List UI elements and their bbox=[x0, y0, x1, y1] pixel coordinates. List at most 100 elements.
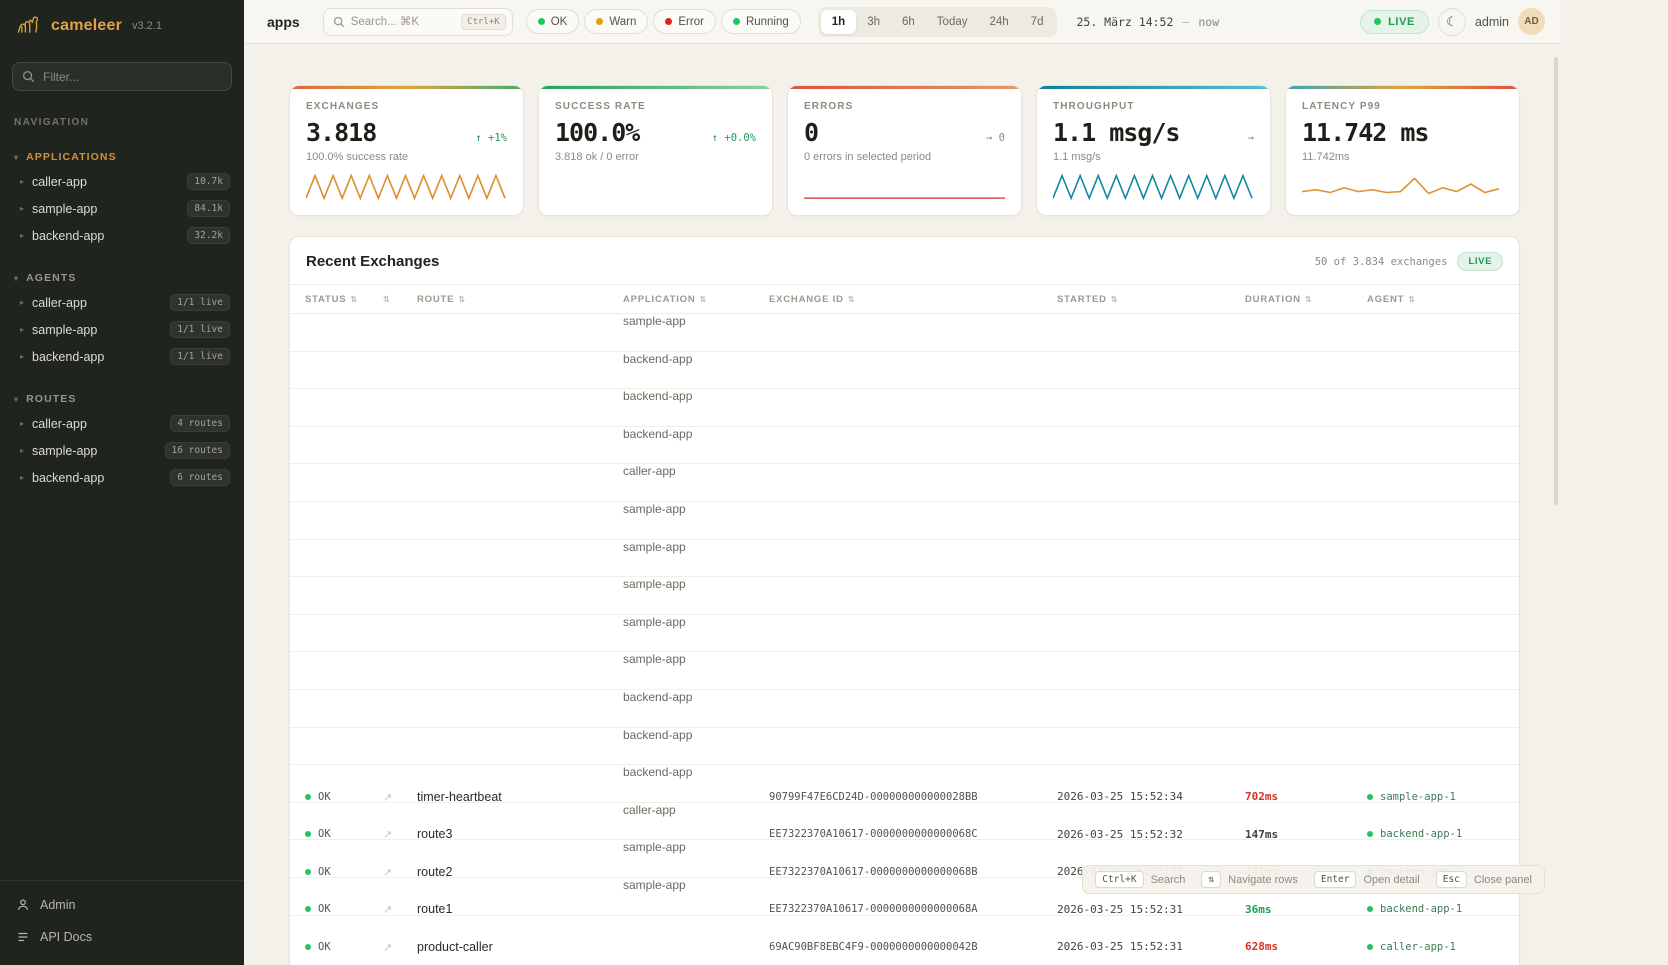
time-range-1h[interactable]: 1h bbox=[821, 10, 856, 34]
shortcut-key: Esc bbox=[1436, 871, 1467, 888]
moon-icon: ☾ bbox=[1446, 14, 1458, 30]
item-badge: 1/1 live bbox=[170, 321, 230, 338]
item-badge: 32.2k bbox=[187, 227, 230, 244]
scrollbar-thumb[interactable] bbox=[1554, 57, 1558, 505]
global-search[interactable]: Ctrl+K bbox=[323, 8, 513, 36]
table-row[interactable]: OK↗route1backend-appEE7322370A10617-0000… bbox=[290, 427, 1519, 465]
table-row[interactable]: OK↗route3backend-appEE7322370A10617-0000… bbox=[290, 352, 1519, 390]
table-row[interactable]: OK↗error-handling-testsample-app90799F47… bbox=[290, 577, 1519, 615]
app-name: cameleer bbox=[51, 17, 122, 35]
sort-icon: ⇅ bbox=[458, 295, 466, 304]
item-label: sample-app bbox=[32, 323, 162, 337]
card-accent-bar bbox=[1286, 86, 1519, 89]
time-range-today[interactable]: Today bbox=[926, 10, 979, 34]
filter-input[interactable] bbox=[12, 62, 232, 91]
item-badge: 84.1k bbox=[187, 200, 230, 217]
column-header-application[interactable]: APPLICATION⇅ bbox=[623, 294, 769, 305]
item-label: backend-app bbox=[32, 350, 162, 364]
sparkline-success bbox=[555, 169, 756, 201]
open-detail-icon[interactable]: ↗ bbox=[383, 792, 392, 804]
column-header-agent[interactable]: AGENT⇅ bbox=[1367, 294, 1519, 305]
stat-trend: → bbox=[1248, 132, 1254, 144]
live-toggle[interactable]: LIVE bbox=[1360, 10, 1429, 34]
item-label: caller-app bbox=[32, 417, 162, 431]
shortcut-key: Enter bbox=[1314, 871, 1357, 888]
sidebar-item-sample-app[interactable]: ▸sample-app16 routes bbox=[0, 437, 244, 464]
status-dot bbox=[305, 906, 311, 912]
open-detail-icon[interactable]: ↗ bbox=[383, 867, 392, 879]
item-label: caller-app bbox=[32, 175, 179, 189]
sparkline-exchanges bbox=[306, 169, 507, 201]
column-header-open[interactable]: ⇅ bbox=[383, 295, 417, 304]
sidebar-footer: Admin API Docs bbox=[0, 880, 244, 965]
table-row[interactable]: OK↗timer-heartbeatsample-app90799F47E6CD… bbox=[290, 615, 1519, 653]
column-header-route[interactable]: ROUTE⇅ bbox=[417, 294, 623, 305]
stat-card-throughput: THROUGHPUT 1.1 msg/s → 1.1 msg/s bbox=[1036, 85, 1271, 216]
search-input[interactable] bbox=[351, 16, 455, 28]
open-detail-icon[interactable]: ↗ bbox=[383, 942, 392, 954]
column-header-started[interactable]: STARTED⇅ bbox=[1057, 294, 1245, 305]
section-label: AGENTS bbox=[26, 272, 76, 284]
column-header-exchange-id[interactable]: EXCHANGE ID⇅ bbox=[769, 294, 1057, 305]
status-label: OK bbox=[318, 791, 331, 803]
stat-trend: ↑ +1% bbox=[475, 132, 507, 144]
column-label: STATUS bbox=[305, 294, 346, 305]
shortcut-label: Navigate rows bbox=[1228, 874, 1298, 886]
sidebar-item-caller-app[interactable]: ▸caller-app1/1 live bbox=[0, 289, 244, 316]
column-label: STARTED bbox=[1057, 294, 1107, 305]
time-range-3h[interactable]: 3h bbox=[856, 10, 891, 34]
sidebar-item-backend-app[interactable]: ▸backend-app32.2k bbox=[0, 222, 244, 249]
sidebar-item-caller-app[interactable]: ▸caller-app4 routes bbox=[0, 410, 244, 437]
stat-subtitle: 100.0% success rate bbox=[306, 151, 507, 163]
sparkline-latency bbox=[1302, 169, 1503, 201]
main-area: apps Ctrl+K OKWarnErrorRunning 1h3h6hTod… bbox=[244, 0, 1560, 965]
route-cell: timer-heartbeat bbox=[417, 790, 623, 804]
shortcut-key: Ctrl+K bbox=[1095, 871, 1143, 888]
table-row[interactable]: OK↗route2backend-appEE7322370A10617-0000… bbox=[290, 389, 1519, 427]
sidebar-item-admin[interactable]: Admin bbox=[0, 889, 244, 921]
table-row[interactable]: OK↗timer-heartbeatsample-app90799F47E6CD… bbox=[290, 314, 1519, 352]
avatar[interactable]: AD bbox=[1518, 8, 1545, 35]
time-range-6h[interactable]: 6h bbox=[891, 10, 926, 34]
table-row[interactable]: OK↗route2backend-appEE7322370A10617-0000… bbox=[290, 728, 1519, 766]
table-row[interactable]: OK↗route3backend-appEE7322370A10617-0000… bbox=[290, 690, 1519, 728]
table-live-badge[interactable]: LIVE bbox=[1457, 252, 1503, 271]
sparkline-throughput bbox=[1053, 169, 1254, 201]
sidebar-item-backend-app[interactable]: ▸backend-app6 routes bbox=[0, 464, 244, 491]
sidebar-item-sample-app[interactable]: ▸sample-app84.1k bbox=[0, 195, 244, 222]
item-badge: 10.7k bbox=[187, 173, 230, 190]
table-row[interactable]: OK↗product-callercaller-app69AC90BF8EBC4… bbox=[290, 464, 1519, 502]
sidebar-item-api-docs[interactable]: API Docs bbox=[0, 921, 244, 953]
sidebar-item-sample-app[interactable]: ▸sample-app1/1 live bbox=[0, 316, 244, 343]
stat-title: EXCHANGES bbox=[306, 101, 507, 112]
shortcut-key: ⇅ bbox=[1201, 871, 1221, 888]
status-filter-error[interactable]: Error bbox=[653, 9, 716, 34]
time-range-24h[interactable]: 24h bbox=[978, 10, 1019, 34]
open-detail-icon[interactable]: ↗ bbox=[383, 829, 392, 841]
table-row[interactable]: OK↗data-gen-orderssample-app90799F47E6CD… bbox=[290, 540, 1519, 578]
table-row[interactable]: OK↗timer-heartbeatsample-app90799F47E6CD… bbox=[290, 502, 1519, 540]
sidebar-item-backend-app[interactable]: ▸backend-app1/1 live bbox=[0, 343, 244, 370]
column-header-status[interactable]: STATUS⇅ bbox=[305, 294, 383, 305]
section-header-agents[interactable]: ▾AGENTS bbox=[0, 265, 244, 289]
status-filter-warn[interactable]: Warn bbox=[584, 9, 648, 34]
status-filter-ok[interactable]: OK bbox=[526, 9, 580, 34]
table-row[interactable]: OK↗data-gen-nested-splitsample-app90799F… bbox=[290, 652, 1519, 690]
section-header-applications[interactable]: ▾APPLICATIONS bbox=[0, 144, 244, 168]
chevron-right-icon: ▸ bbox=[20, 473, 24, 482]
time-range-7d[interactable]: 7d bbox=[1020, 10, 1055, 34]
sidebar-item-caller-app[interactable]: ▸caller-app10.7k bbox=[0, 168, 244, 195]
stat-card-success-rate: SUCCESS RATE 100.0% ↑ +0.0% 3.818 ok / 0… bbox=[538, 85, 773, 216]
column-header-duration[interactable]: DURATION⇅ bbox=[1245, 294, 1367, 305]
filter-label: Error bbox=[678, 16, 704, 28]
stat-cards: EXCHANGES 3.818 ↑ +1% 100.0% success rat… bbox=[289, 85, 1520, 216]
stat-title: ERRORS bbox=[804, 101, 1005, 112]
open-detail-icon[interactable]: ↗ bbox=[383, 904, 392, 916]
section-header-routes[interactable]: ▾ROUTES bbox=[0, 386, 244, 410]
chevron-right-icon: ▸ bbox=[20, 298, 24, 307]
theme-toggle-button[interactable]: ☾ bbox=[1438, 8, 1466, 36]
status-filter-running[interactable]: Running bbox=[721, 9, 801, 34]
column-label: DURATION bbox=[1245, 294, 1301, 305]
chevron-right-icon: ▸ bbox=[20, 419, 24, 428]
route-cell: product-caller bbox=[417, 940, 623, 954]
